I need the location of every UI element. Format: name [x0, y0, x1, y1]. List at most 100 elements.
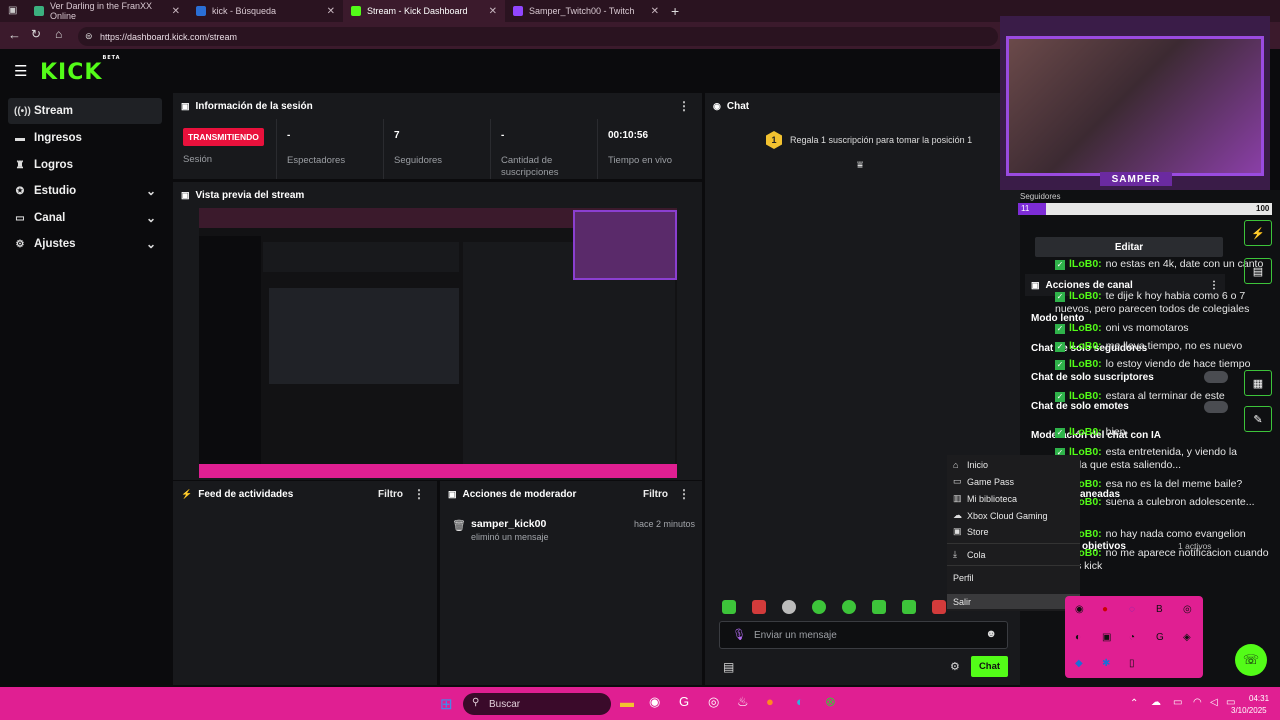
- more-icon[interactable]: ⋮: [678, 487, 690, 501]
- support-button[interactable]: ☏: [1235, 644, 1267, 676]
- clock-time[interactable]: 04:31: [1249, 694, 1269, 703]
- sidebar-item-ingresos[interactable]: ▬ Ingresos: [8, 125, 162, 151]
- sidebar-item-ajustes[interactable]: ⚙ Ajustes ⌄: [8, 231, 162, 257]
- sidebar-item-stream[interactable]: ((•)) Stream: [8, 98, 162, 124]
- folder-icon[interactable]: ▬: [620, 694, 634, 710]
- chat-user[interactable]: lLoB0:: [1069, 340, 1102, 352]
- toggle-switch[interactable]: [1204, 371, 1228, 383]
- windows-start-icon[interactable]: ⊞: [440, 695, 453, 713]
- tray-app-icon[interactable]: ◈: [1183, 632, 1191, 643]
- emote-icon[interactable]: [872, 600, 886, 614]
- chat-user[interactable]: lLoB0:: [1069, 358, 1102, 370]
- mod-actions-panel: ▣ Acciones de moderador Filtro ⋮ 🗑 sampe…: [440, 481, 702, 685]
- home-icon[interactable]: ⌂: [55, 27, 62, 41]
- emote-icon[interactable]: [812, 600, 826, 614]
- chat-user[interactable]: lLoB0:: [1069, 258, 1102, 270]
- volume-icon[interactable]: ◁: [1210, 697, 1218, 708]
- close-icon[interactable]: ✕: [651, 6, 659, 17]
- emoji-icon[interactable]: ☻: [985, 628, 997, 640]
- filter-button[interactable]: Filtro: [378, 489, 403, 500]
- wifi-icon[interactable]: ◠: [1193, 697, 1202, 708]
- wrench-icon[interactable]: ✎: [1244, 406, 1272, 432]
- app-icon[interactable]: ◎: [708, 694, 719, 710]
- document-icon[interactable]: ▤: [1244, 258, 1272, 284]
- kick-app-icon[interactable]: G: [679, 694, 689, 709]
- sidebar-item-canal[interactable]: ▭ Canal ⌄: [8, 205, 162, 231]
- menu-item-cloud[interactable]: ☁ Xbox Cloud Gaming: [953, 510, 1048, 521]
- tray-app-icon[interactable]: ◐: [1075, 632, 1081, 643]
- new-tab-icon[interactable]: +: [671, 3, 679, 19]
- chevron-up-icon[interactable]: ⌃: [1130, 698, 1138, 709]
- chat-user[interactable]: lLoB0:: [1069, 290, 1102, 302]
- tray-app-icon[interactable]: ◆: [1075, 658, 1083, 669]
- menu-item-biblioteca[interactable]: ▥ Mi biblioteca: [953, 493, 1017, 504]
- kick-logo[interactable]: KICKBETA: [40, 55, 121, 85]
- chat-user[interactable]: lLoB0:: [1069, 390, 1102, 402]
- emote-icon[interactable]: [752, 600, 766, 614]
- site-info-icon[interactable]: ⊜: [85, 31, 93, 42]
- tray-app-icon[interactable]: G: [1156, 632, 1164, 643]
- emote-icon[interactable]: [932, 600, 946, 614]
- tray-app-icon[interactable]: ◉: [1075, 604, 1084, 615]
- sidebar-item-logros[interactable]: ♜ Logros: [8, 152, 162, 178]
- subs-only-row[interactable]: Chat de solo suscriptores: [1031, 372, 1154, 383]
- menu-item-cola[interactable]: ⤓ Cola: [953, 549, 986, 560]
- edge-icon[interactable]: ◐: [796, 694, 804, 709]
- chat-send-button[interactable]: Chat: [971, 656, 1008, 677]
- chat-user[interactable]: lLoB0:: [1069, 426, 1102, 438]
- menu-item-inicio[interactable]: ⌂ Inicio: [953, 460, 988, 470]
- emote-icon[interactable]: [842, 600, 856, 614]
- menu-icon[interactable]: ☰: [14, 62, 27, 80]
- menu-item-salir[interactable]: Salir: [947, 594, 1080, 609]
- chat-user[interactable]: lLoB0:: [1069, 322, 1102, 334]
- tray-app-icon[interactable]: ▣: [1102, 632, 1111, 643]
- menu-item-gamepass[interactable]: ▭ Game Pass: [953, 476, 1014, 487]
- microphone-icon[interactable]: 🎙: [732, 628, 746, 641]
- reload-icon[interactable]: ↻: [31, 27, 41, 41]
- xbox-icon[interactable]: ⊗: [825, 694, 836, 710]
- menu-item-store[interactable]: ▣ Store: [953, 526, 989, 537]
- chat-settings-icon[interactable]: ⚙: [950, 660, 960, 673]
- tray-app-icon[interactable]: ◎: [1183, 604, 1192, 615]
- close-icon[interactable]: ✕: [327, 6, 335, 17]
- tray-app-icon[interactable]: ▯: [1129, 658, 1135, 669]
- emote-icon[interactable]: [722, 600, 736, 614]
- sub-gift-queue[interactable]: 1 Regala 1 suscripción para tomar la pos…: [766, 131, 972, 149]
- chat-message-input[interactable]: 🎙 Enviar un mensaje ☻: [719, 621, 1008, 649]
- more-icon[interactable]: ⋮: [678, 99, 690, 113]
- pinned-icon[interactable]: ⩸: [857, 160, 863, 171]
- firefox-icon[interactable]: ●: [766, 694, 774, 709]
- layout-icon[interactable]: ▦: [1244, 370, 1272, 396]
- emote-icon[interactable]: [902, 600, 916, 614]
- stream-preview-video[interactable]: [199, 208, 677, 478]
- more-icon[interactable]: ⋮: [1209, 280, 1219, 291]
- tray-app-icon[interactable]: ●: [1102, 604, 1108, 615]
- tab-kick-search[interactable]: kick - Búsqueda ✕: [188, 0, 343, 22]
- tray-app-icon[interactable]: ✱: [1102, 658, 1110, 669]
- url-field[interactable]: ⊜ https://dashboard.kick.com/stream: [78, 27, 998, 46]
- chat-message: ✓ lLoB0: esta entretenida, y viendo la mie…: [1055, 446, 1270, 472]
- filter-button[interactable]: Filtro: [643, 489, 668, 500]
- tray-app-icon[interactable]: B: [1156, 604, 1163, 615]
- emote-icon[interactable]: [782, 600, 796, 614]
- edit-button[interactable]: Editar: [1035, 237, 1223, 257]
- close-icon[interactable]: ✕: [172, 6, 180, 17]
- tab-kick-dashboard[interactable]: Stream - Kick Dashboard ✕: [343, 0, 505, 22]
- more-icon[interactable]: ⋮: [413, 487, 425, 501]
- menu-item-label: Perfil: [953, 573, 974, 583]
- store-icon[interactable]: ▤: [723, 660, 734, 674]
- tab-darling[interactable]: Ver Darling in the FranXX Online ✕: [26, 0, 188, 22]
- menu-item-perfil[interactable]: Perfil: [953, 573, 974, 583]
- tab-twitch[interactable]: Samper_Twitch00 - Twitch ✕: [505, 0, 667, 22]
- tray-app-icon[interactable]: ◌: [1129, 604, 1135, 615]
- close-icon[interactable]: ✕: [489, 6, 497, 17]
- clock-date[interactable]: 3/10/2025: [1231, 706, 1267, 715]
- back-icon[interactable]: ←: [8, 27, 21, 42]
- taskbar-search[interactable]: ⚲ Buscar: [463, 693, 611, 715]
- tab-actions-icon[interactable]: ▣: [8, 5, 17, 16]
- steam-icon[interactable]: ♨: [737, 694, 749, 710]
- tray-app-icon[interactable]: ◔: [1129, 632, 1135, 643]
- sidebar-item-estudio[interactable]: ✪ Estudio ⌄: [8, 178, 162, 204]
- lightning-icon[interactable]: ⚡: [1244, 220, 1272, 246]
- discord-icon[interactable]: ◉: [649, 694, 660, 710]
